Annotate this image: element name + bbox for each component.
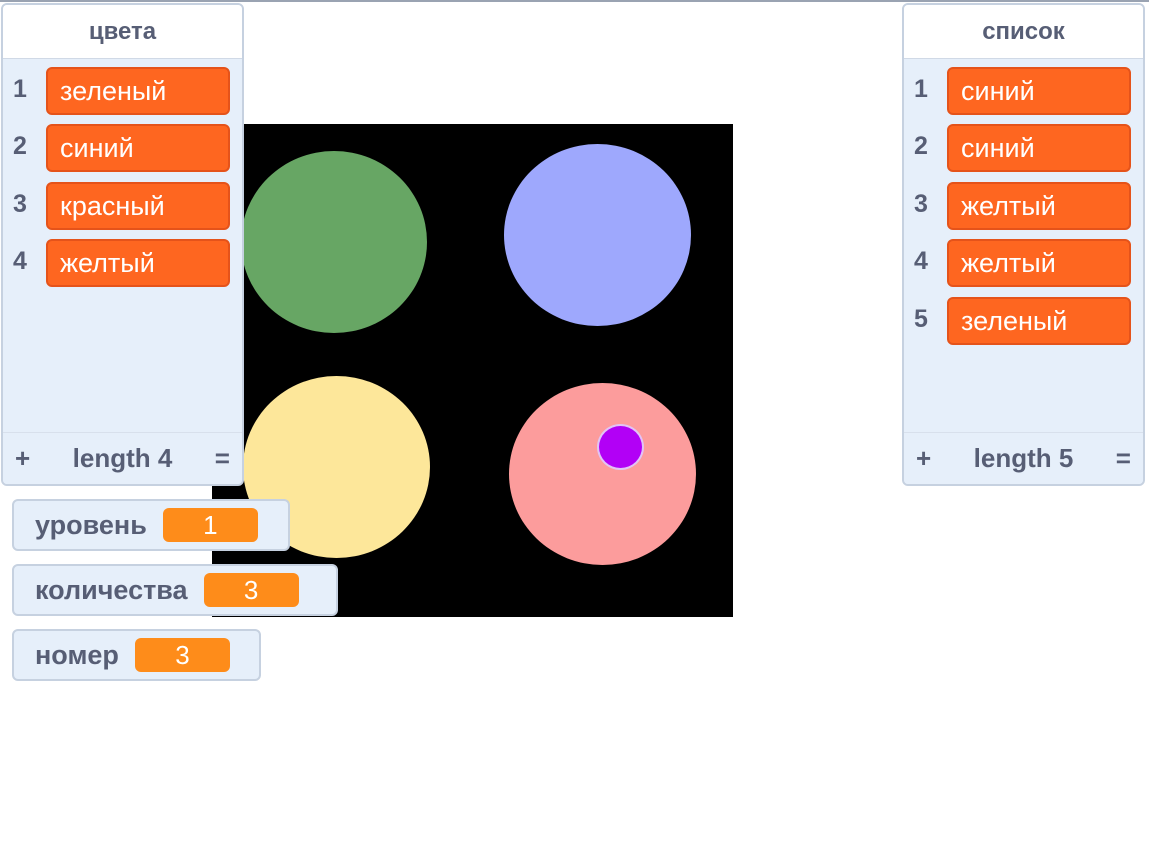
list-length-label: length 4 xyxy=(72,443,173,473)
variable-name: количества xyxy=(35,574,188,605)
list-footer: + length 4 = xyxy=(3,432,242,484)
list-item-value[interactable]: синий xyxy=(947,124,1131,172)
window-top-border xyxy=(0,0,1149,2)
list-monitor-tsveta[interactable]: цвета 1 зеленый 2 синий 3 красный 4 желт… xyxy=(1,3,244,486)
list-item-value[interactable]: зеленый xyxy=(947,297,1131,345)
list-monitor-spisok[interactable]: список 1 синий 2 синий 3 желтый 4 желтый… xyxy=(902,3,1145,486)
list-item-index: 4 xyxy=(13,247,27,275)
list-item[interactable]: 3 красный xyxy=(3,178,242,230)
green-circle-sprite[interactable] xyxy=(241,151,427,333)
list-item-value[interactable]: желтый xyxy=(947,239,1131,287)
list-item-index: 2 xyxy=(914,132,928,160)
resize-handle[interactable]: = xyxy=(215,443,230,474)
variable-value: 3 xyxy=(134,638,230,672)
list-item-index: 2 xyxy=(13,132,27,160)
list-item-index: 3 xyxy=(13,190,27,218)
list-item-index: 1 xyxy=(13,75,27,103)
list-item-value[interactable]: желтый xyxy=(46,239,230,287)
list-title: цвета xyxy=(3,5,242,59)
stage[interactable] xyxy=(212,124,733,617)
blue-circle-sprite[interactable] xyxy=(504,144,691,326)
list-item[interactable]: 3 желтый xyxy=(904,178,1143,230)
add-item-button[interactable]: + xyxy=(15,443,30,474)
variable-monitor-uroven[interactable]: уровень 1 xyxy=(12,499,290,551)
list-item[interactable]: 1 зеленый xyxy=(3,63,242,115)
add-item-button[interactable]: + xyxy=(916,443,931,474)
list-item[interactable]: 5 зеленый xyxy=(904,293,1143,345)
list-length-label: length 5 xyxy=(973,443,1074,473)
purple-dot-sprite[interactable] xyxy=(597,424,644,470)
list-item-value[interactable]: синий xyxy=(46,124,230,172)
list-item[interactable]: 1 синий xyxy=(904,63,1143,115)
list-item-index: 4 xyxy=(914,247,928,275)
list-item-value[interactable]: красный xyxy=(46,182,230,230)
list-item[interactable]: 4 желтый xyxy=(904,235,1143,287)
variable-name: уровень xyxy=(35,509,147,540)
variable-monitor-kolichestva[interactable]: количества 3 xyxy=(12,564,338,616)
list-item-index: 1 xyxy=(914,75,928,103)
resize-handle[interactable]: = xyxy=(1116,443,1131,474)
list-item-value[interactable]: синий xyxy=(947,67,1131,115)
variable-value: 3 xyxy=(203,573,299,607)
list-item-index: 5 xyxy=(914,305,928,333)
list-item-index: 3 xyxy=(914,190,928,218)
list-item[interactable]: 4 желтый xyxy=(3,235,242,287)
list-item[interactable]: 2 синий xyxy=(904,120,1143,172)
red-circle-sprite[interactable] xyxy=(509,383,696,565)
list-item-value[interactable]: желтый xyxy=(947,182,1131,230)
list-footer: + length 5 = xyxy=(904,432,1143,484)
variable-value: 1 xyxy=(162,508,258,542)
list-item[interactable]: 2 синий xyxy=(3,120,242,172)
variable-monitor-nomer[interactable]: номер 3 xyxy=(12,629,261,681)
list-title: список xyxy=(904,5,1143,59)
variable-name: номер xyxy=(35,639,119,670)
list-item-value[interactable]: зеленый xyxy=(46,67,230,115)
